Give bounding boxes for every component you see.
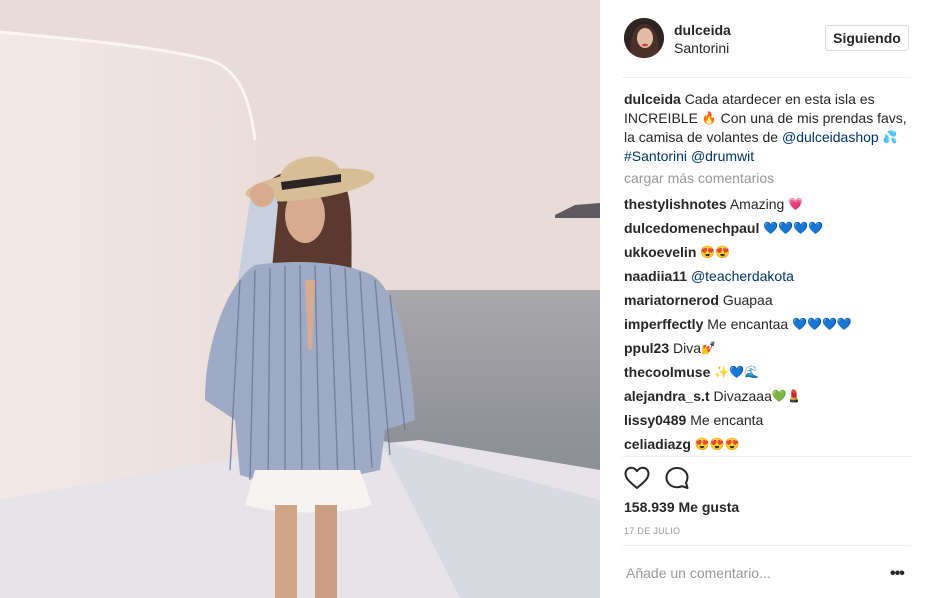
post-photo[interactable] [0, 0, 600, 598]
comment-item: alejandra_s.t Divazaaa💚💄 [624, 386, 914, 410]
comment-emoji-icon: 😍😍 [700, 245, 731, 259]
post-caption: dulceida Cada atardecer en esta isla es … [624, 90, 914, 166]
comment-username[interactable]: mariatornerod [624, 292, 719, 308]
comment-username[interactable]: thestylishnotes [624, 196, 727, 212]
caption-username[interactable]: dulceida [624, 91, 681, 107]
comment-username[interactable]: thecoolmuse [624, 364, 710, 380]
heart-icon[interactable] [624, 466, 650, 490]
comment-icon[interactable] [664, 466, 690, 490]
comment-emoji-icon: 💚💄 [771, 389, 802, 403]
sweat-droplets-icon: 💦 [882, 130, 898, 144]
comment-item: celiadiazg 😍😍😍 [624, 434, 914, 458]
comment-item: dulcedomenechpaul 💙💙💙💙 [624, 218, 914, 242]
comment-username[interactable]: imperffectly [624, 316, 703, 332]
comment-text: Me encanta [690, 412, 764, 428]
comment-input-divider [622, 545, 911, 546]
comment-username[interactable]: alejandra_s.t [624, 388, 710, 404]
comment-emoji-icon: 💙💙💙💙 [763, 221, 824, 235]
caption-mention-dulceidashop[interactable]: @dulceidashop [782, 129, 879, 145]
header-divider [622, 77, 911, 78]
post-header: dulceida Santorini Siguiendo [600, 0, 935, 77]
comment-emoji-icon: 💅 [701, 341, 716, 355]
comment-item: imperffectly Me encantaa 💙💙💙💙 [624, 314, 914, 338]
fire-icon: 🔥 [701, 111, 717, 125]
comment-item: thestylishnotes Amazing 💗 [624, 194, 914, 218]
comment-username[interactable]: ppul23 [624, 340, 669, 356]
comment-text: Guapaa [722, 292, 773, 308]
comment-emoji-icon: ✨💙🌊 [714, 365, 760, 379]
comment-item: naadiia11 @teacherdakota [624, 266, 914, 290]
comment-username[interactable]: lissy0489 [624, 412, 686, 428]
caption-mention-drumwit[interactable]: @drumwit [691, 148, 754, 164]
comment-item: lissy0489 Me encanta [624, 410, 914, 434]
like-count[interactable]: 158.939 Me gusta [624, 499, 739, 515]
comment-text: Amazing [729, 196, 789, 212]
comment-emoji-icon: 😍😍😍 [694, 437, 740, 451]
following-button[interactable]: Siguiendo [825, 25, 909, 51]
caption-hashtag-santorini[interactable]: #Santorini [624, 148, 687, 164]
avatar[interactable] [624, 18, 664, 58]
comment-username[interactable]: naadiia11 [624, 268, 687, 284]
comment-list: thestylishnotes Amazing 💗 dulcedomenechp… [624, 194, 914, 458]
comment-mention[interactable]: @teacherdakota [691, 268, 794, 284]
comment-emoji-icon: 💙💙💙💙 [792, 317, 852, 331]
comment-text: Divazaaa [713, 388, 772, 404]
header-location[interactable]: Santorini [674, 40, 729, 56]
more-options-icon[interactable]: ••• [890, 565, 905, 583]
comment-emoji-icon: 💗 [788, 197, 804, 211]
comment-item: ukkoevelin 😍😍 [624, 242, 914, 266]
avatar-image [624, 18, 664, 58]
load-more-comments[interactable]: cargar más comentarios [624, 170, 774, 186]
comment-username[interactable]: ukkoevelin [624, 244, 696, 260]
comment-username[interactable]: dulcedomenechpaul [624, 220, 759, 236]
actions-divider [622, 456, 911, 457]
comment-input[interactable] [624, 560, 886, 586]
header-username[interactable]: dulceida [674, 22, 731, 38]
comment-username[interactable]: celiadiazg [624, 436, 691, 452]
comment-text: Me encantaa [707, 316, 793, 332]
comment-text: Diva [673, 340, 702, 356]
comment-item: mariatornerod Guapaa [624, 290, 914, 314]
post-date[interactable]: 17 DE JULIO [624, 526, 680, 536]
comment-item: thecoolmuse ✨💙🌊 [624, 362, 914, 386]
comment-item: ppul23 Diva💅 [624, 338, 914, 362]
instagram-post: dulceida Santorini Siguiendo dulceida Ca… [0, 0, 935, 598]
post-sidebar: dulceida Santorini Siguiendo dulceida Ca… [600, 0, 935, 598]
photo-illustration [0, 0, 600, 598]
